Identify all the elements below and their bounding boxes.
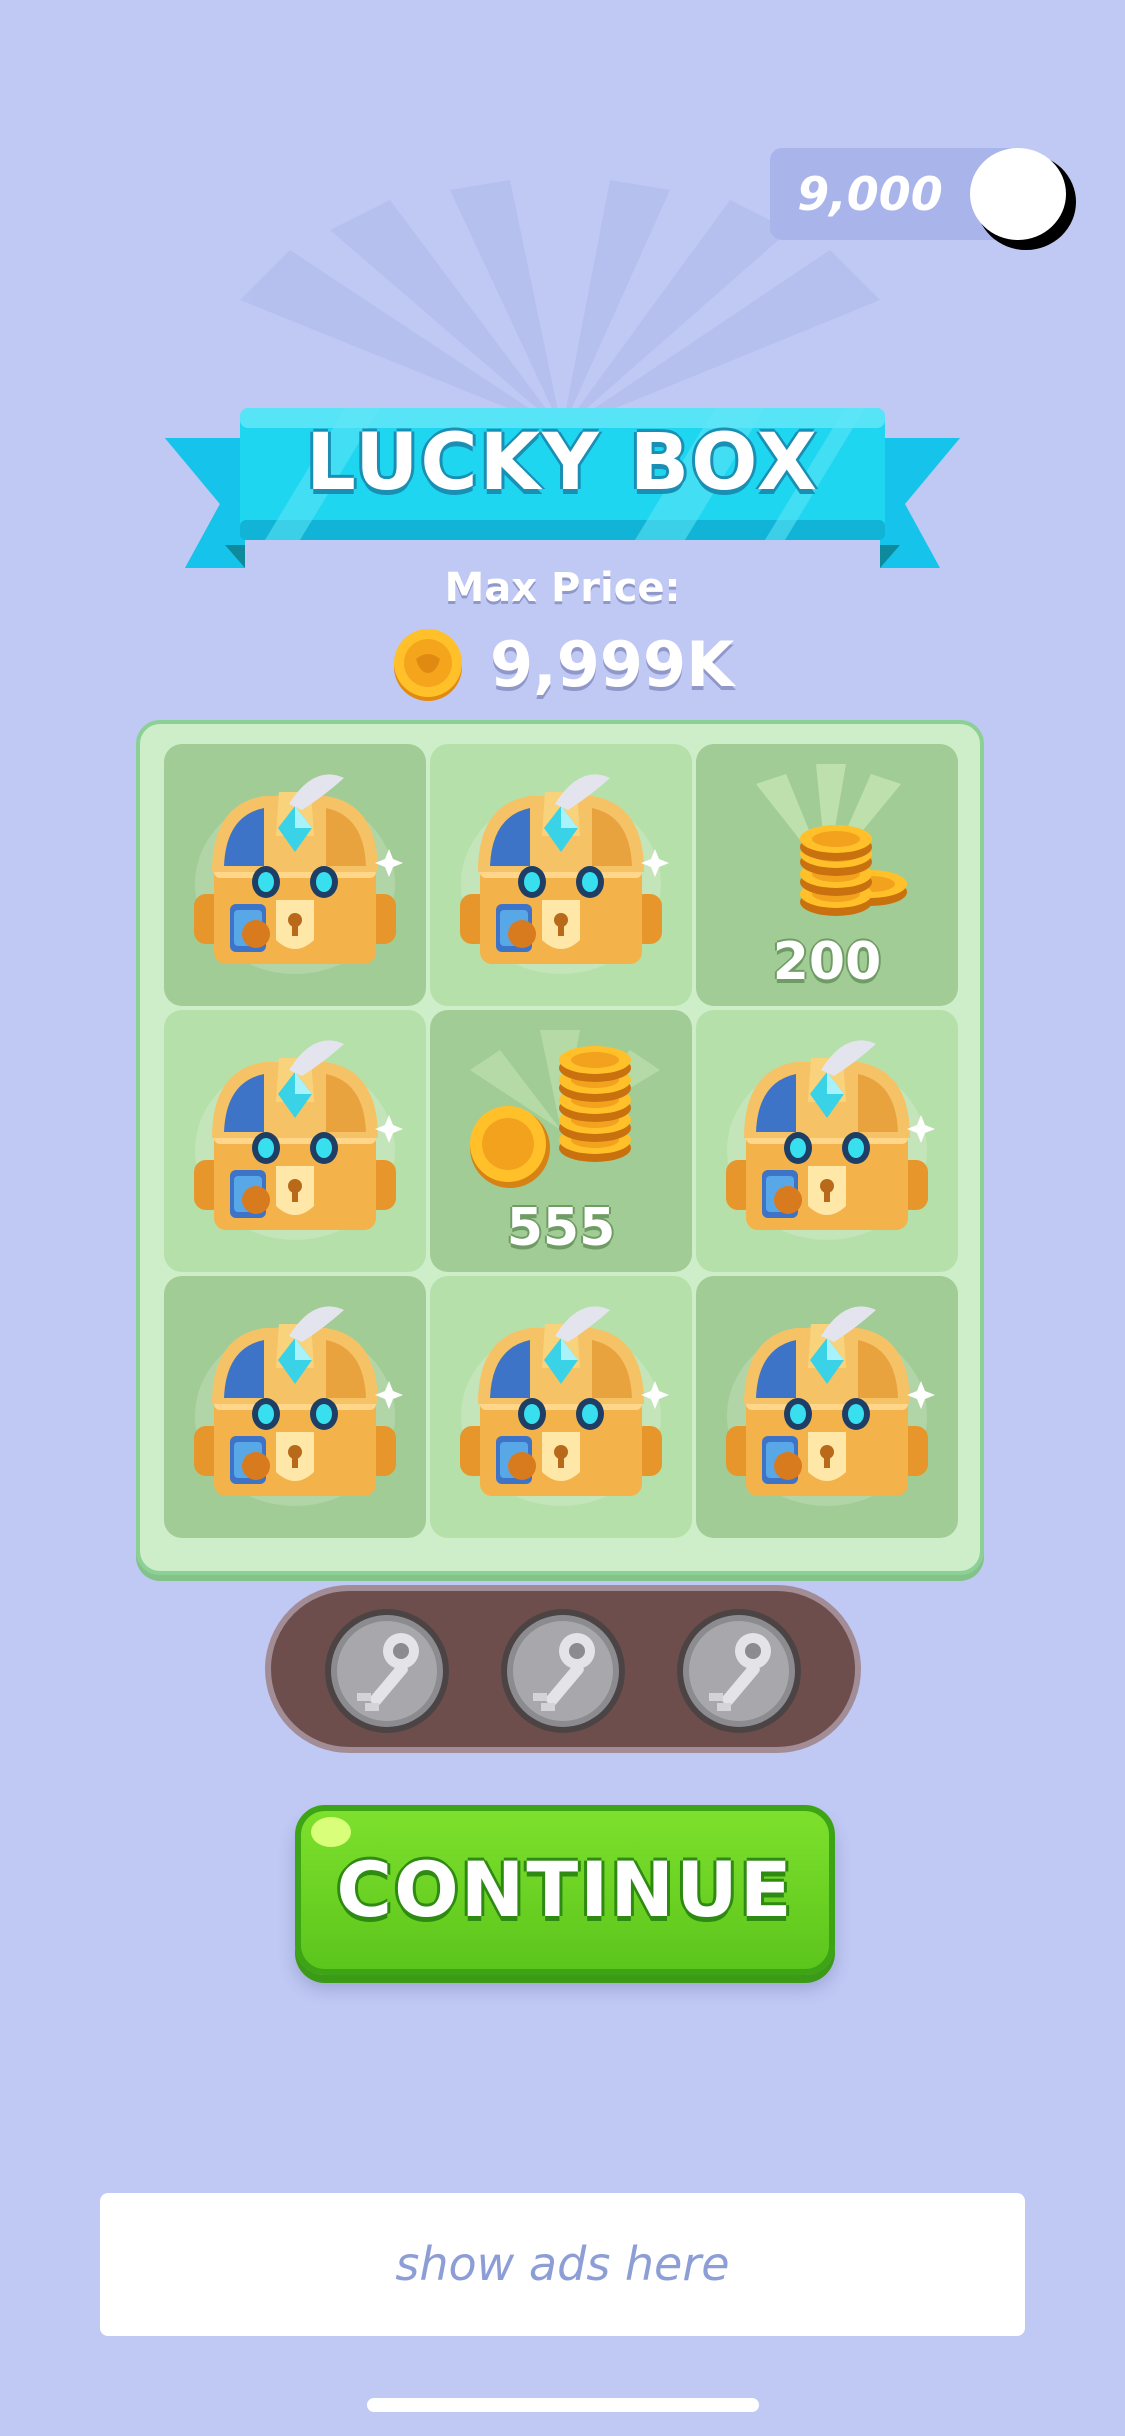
grid-cell-chest[interactable]	[164, 1010, 426, 1272]
treasure-chest-icon	[460, 774, 669, 974]
lucky-box-grid: 200 555	[136, 720, 984, 1575]
ad-banner[interactable]: show ads here	[100, 2193, 1025, 2336]
treasure-chest-icon	[460, 1306, 669, 1506]
continue-button[interactable]: CONTINUE	[295, 1805, 835, 1975]
treasure-chest-icon	[194, 774, 403, 974]
treasure-chest-icon	[194, 1306, 403, 1506]
keys-tray	[265, 1585, 861, 1753]
ad-placeholder-text: show ads here	[395, 2237, 730, 2291]
gold-coin-icon	[394, 629, 462, 701]
silver-key-icon	[677, 1609, 801, 1733]
max-price-label: Max Price:	[444, 565, 681, 611]
max-price-value: 9,999K	[490, 628, 735, 701]
coin-reward-amount: 555	[506, 1198, 616, 1258]
continue-button-label: CONTINUE	[336, 1845, 794, 1934]
grid-cell-chest[interactable]	[696, 1010, 958, 1272]
grid-cell-chest[interactable]	[430, 1276, 692, 1538]
treasure-chest-icon	[726, 1040, 935, 1240]
lucky-box-title: LUCKY BOX	[306, 418, 819, 508]
home-indicator[interactable]	[367, 2398, 759, 2412]
grid-cell-coins-reward[interactable]: 555	[430, 1010, 692, 1272]
grid-cell-chest[interactable]	[696, 1276, 958, 1538]
grid-cell-chest[interactable]	[164, 1276, 426, 1538]
silver-key-icon	[325, 1609, 449, 1733]
grid-cell-coins-reward[interactable]: 200	[696, 744, 958, 1006]
grid-cell-chest[interactable]	[164, 744, 426, 1006]
coin-icon	[970, 148, 1076, 250]
grid-cell-chest[interactable]	[430, 744, 692, 1006]
treasure-chest-icon	[194, 1040, 403, 1240]
silver-key-icon	[501, 1609, 625, 1733]
coin-reward-amount: 200	[772, 932, 882, 992]
max-price-row: 9,999K	[390, 625, 750, 705]
coin-balance-value: 9,000	[797, 167, 943, 221]
treasure-chest-icon	[726, 1306, 935, 1506]
